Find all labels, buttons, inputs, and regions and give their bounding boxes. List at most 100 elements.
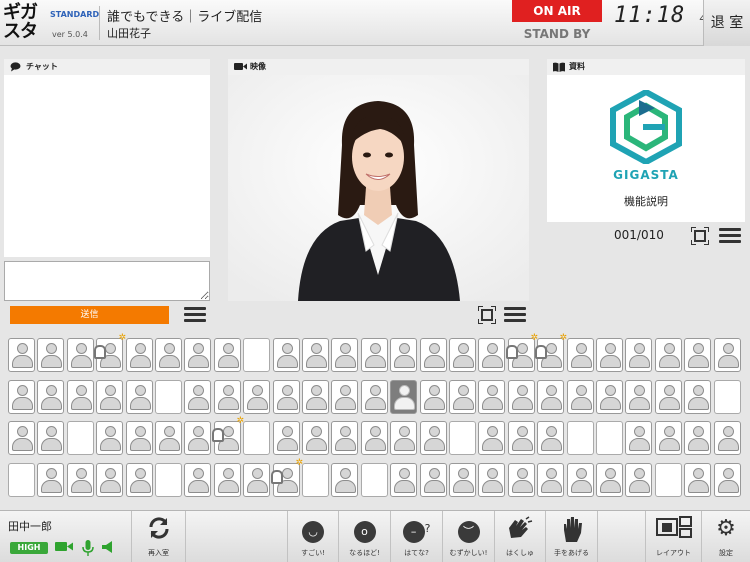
attendee-seat[interactable] [184,380,211,414]
attendee-seat[interactable] [478,421,505,455]
attendee-seat[interactable] [655,380,682,414]
attendee-seat[interactable] [449,380,476,414]
reaction-clap-button[interactable]: はくしゅ [494,511,545,562]
attendee-seat[interactable] [508,380,535,414]
attendee-seat[interactable] [302,338,329,372]
attendee-seat-hand-raised[interactable]: ✲ [506,333,538,372]
empty-seat[interactable] [596,421,623,455]
chat-menu-icon[interactable] [184,307,206,325]
attendee-seat-hand-raised[interactable]: ✲ [94,333,126,372]
empty-seat[interactable] [67,421,94,455]
attendee-seat[interactable] [567,338,594,372]
attendee-seat[interactable] [625,380,652,414]
attendee-seat[interactable] [67,338,94,372]
attendee-seat[interactable] [714,338,741,372]
attendee-seat-hand-raised[interactable]: ✲ [535,333,567,372]
attendee-seat[interactable] [155,421,182,455]
attendee-seat[interactable] [420,421,447,455]
attendee-seat[interactable] [537,421,564,455]
attendee-seat[interactable] [567,380,594,414]
attendee-seat[interactable] [449,338,476,372]
attendee-seat[interactable] [302,421,329,455]
attendee-seat[interactable] [8,338,35,372]
empty-seat[interactable] [567,421,594,455]
attendee-seat[interactable] [96,421,123,455]
attendee-seat-hand-raised[interactable]: ✲ [212,416,244,455]
attendee-seat[interactable] [302,380,329,414]
attendee-seat[interactable] [96,380,123,414]
empty-seat[interactable] [714,380,741,414]
attendee-seat[interactable] [508,463,535,497]
attendee-seat[interactable] [420,463,447,497]
layout-button[interactable]: レイアウト [645,511,701,562]
attendee-seat[interactable] [420,338,447,372]
attendee-seat[interactable] [537,463,564,497]
attendee-seat[interactable] [596,463,623,497]
document-menu-icon[interactable] [719,228,741,246]
empty-seat[interactable] [243,421,270,455]
attendee-seat[interactable] [684,380,711,414]
reaction-difficult-button[interactable]: ︶ むずかしい! [442,511,494,562]
exit-room-button[interactable]: 退 室 [703,0,750,46]
rejoin-button[interactable]: 再入室 [131,511,185,562]
empty-seat[interactable] [8,463,35,497]
chat-input[interactable] [4,261,210,301]
attendee-seat[interactable] [331,421,358,455]
empty-seat[interactable] [655,463,682,497]
attendee-seat[interactable] [714,463,741,497]
reaction-isee-button[interactable]: o なるほど! [338,511,390,562]
empty-seat[interactable] [449,421,476,455]
attendee-seat[interactable] [596,338,623,372]
attendee-seat[interactable] [684,421,711,455]
attendee-seat[interactable] [655,338,682,372]
empty-seat[interactable] [361,463,388,497]
attendee-seat[interactable] [184,421,211,455]
attendee-seat[interactable] [478,463,505,497]
attendee-seat[interactable] [361,338,388,372]
attendee-seat[interactable] [537,380,564,414]
attendee-seat[interactable] [37,463,64,497]
settings-button[interactable]: ⚙ 設定 [701,511,750,562]
attendee-seat[interactable] [420,380,447,414]
attendee-seat[interactable] [126,338,153,372]
empty-seat[interactable] [302,463,329,497]
attendee-seat[interactable] [37,338,64,372]
attendee-seat[interactable] [625,338,652,372]
empty-seat[interactable] [155,463,182,497]
attendee-seat[interactable] [508,421,535,455]
attendee-seat[interactable] [449,463,476,497]
attendee-seat[interactable] [273,338,300,372]
send-button[interactable]: 送信 [10,306,169,324]
attendee-seat[interactable] [331,380,358,414]
attendee-seat[interactable] [214,338,241,372]
attendee-seat[interactable] [390,463,417,497]
attendee-seat[interactable] [96,463,123,497]
raise-hand-button[interactable]: 手をあげる [545,511,597,562]
chat-log[interactable] [4,75,210,257]
attendee-seat[interactable] [37,380,64,414]
attendee-seat[interactable] [126,463,153,497]
attendee-seat[interactable] [596,380,623,414]
attendee-seat[interactable] [361,421,388,455]
empty-seat[interactable] [243,338,270,372]
attendee-seat[interactable] [8,421,35,455]
attendee-seat[interactable] [243,463,270,497]
attendee-seat[interactable] [684,338,711,372]
attendee-seat[interactable] [655,421,682,455]
attendee-seat[interactable] [126,380,153,414]
attendee-seat[interactable] [184,338,211,372]
attendee-seat-hand-raised[interactable]: ✲ [271,458,303,497]
empty-seat[interactable] [155,380,182,414]
attendee-seat[interactable] [478,338,505,372]
attendee-seat[interactable] [155,338,182,372]
attendee-seat[interactable] [390,338,417,372]
attendee-seat[interactable] [625,421,652,455]
reaction-great-button[interactable]: ◡ すごい! [287,511,338,562]
attendee-seat[interactable] [331,463,358,497]
attendee-seat[interactable] [567,463,594,497]
attendee-seat[interactable] [684,463,711,497]
attendee-seat[interactable] [478,380,505,414]
video-menu-icon[interactable] [504,307,526,325]
attendee-seat[interactable] [214,380,241,414]
attendee-seat[interactable] [243,380,270,414]
